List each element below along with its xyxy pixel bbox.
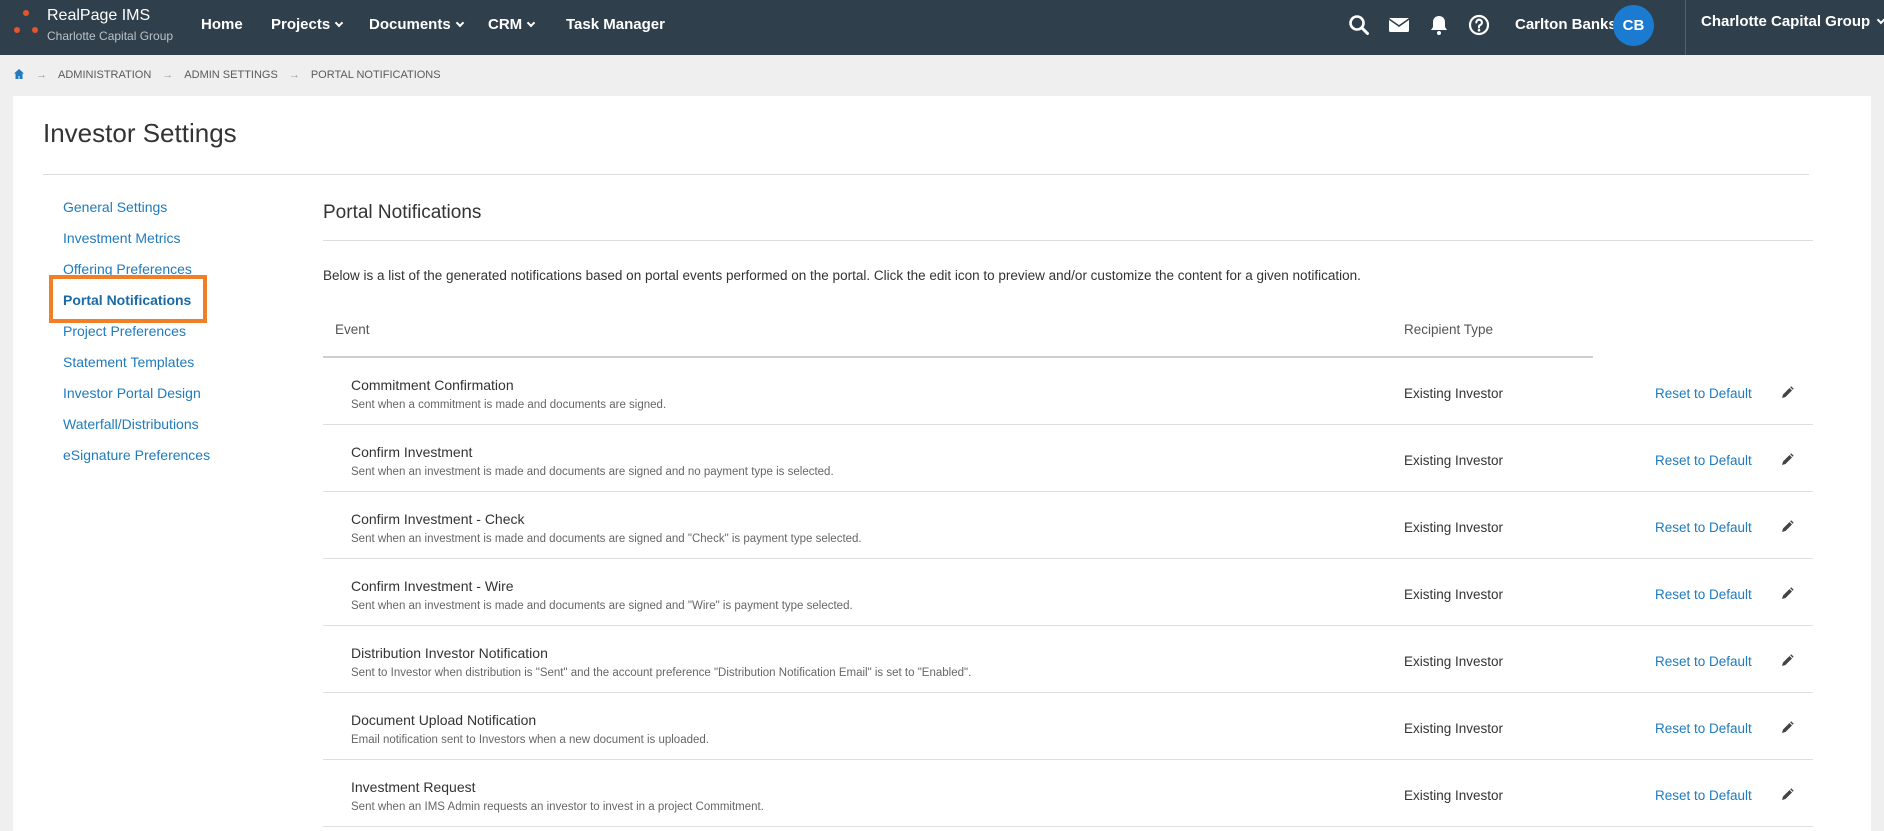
chevron-down-icon (455, 18, 464, 28)
notification-title: Confirm Investment (351, 444, 473, 460)
recipient-type: Existing Investor (1404, 654, 1504, 669)
avatar[interactable]: CB (1613, 5, 1654, 46)
nav-crm[interactable]: CRM (488, 16, 536, 33)
help-icon[interactable] (1467, 13, 1491, 37)
sidebar-item-general-settings[interactable]: General Settings (63, 199, 167, 215)
recipient-type: Existing Investor (1404, 520, 1504, 535)
table-row: Confirm Investment Sent when an investme… (323, 425, 1813, 492)
intro-text: Below is a list of the generated notific… (323, 268, 1361, 283)
brand-title[interactable]: RealPage IMS (47, 7, 150, 25)
breadcrumb: → ADMINISTRATION → ADMIN SETTINGS → PORT… (13, 68, 441, 82)
notification-title: Commitment Confirmation (351, 377, 514, 393)
notification-description: Sent when an investment is made and docu… (351, 466, 834, 478)
column-header-recipient-type[interactable]: Recipient Type (1404, 322, 1493, 337)
recipient-type: Existing Investor (1404, 386, 1504, 401)
title-divider (43, 174, 1809, 175)
recipient-type: Existing Investor (1404, 788, 1504, 803)
content-panel: Investor Settings General Settings Inves… (13, 96, 1871, 831)
edit-pencil-icon[interactable] (1779, 653, 1795, 669)
edit-pencil-icon[interactable] (1779, 452, 1795, 468)
reset-to-default-link[interactable]: Reset to Default (1655, 788, 1752, 803)
section-title: Portal Notifications (323, 202, 482, 223)
organization-selector[interactable]: Charlotte Capital Group (1701, 13, 1884, 30)
bell-icon[interactable] (1427, 13, 1451, 37)
edit-pencil-icon[interactable] (1779, 586, 1795, 602)
chevron-down-icon (1876, 15, 1884, 25)
reset-to-default-link[interactable]: Reset to Default (1655, 453, 1752, 468)
breadcrumb-current: PORTAL NOTIFICATIONS (310, 69, 441, 81)
top-navigation-bar: RealPage IMS Charlotte Capital Group Hom… (0, 0, 1884, 55)
section-divider (323, 240, 1813, 241)
reset-to-default-link[interactable]: Reset to Default (1655, 587, 1752, 602)
notification-title: Confirm Investment - Wire (351, 578, 514, 594)
notification-title: Distribution Investor Notification (351, 645, 548, 661)
notification-description: Sent to Investor when distribution is "S… (351, 667, 972, 679)
notification-title: Investment Request (351, 779, 476, 795)
recipient-type: Existing Investor (1404, 587, 1504, 602)
chevron-down-icon (526, 18, 536, 28)
table-row: Document Upload Notification Email notif… (323, 693, 1813, 760)
mail-icon[interactable] (1387, 13, 1411, 37)
reset-to-default-link[interactable]: Reset to Default (1655, 721, 1752, 736)
edit-pencil-icon[interactable] (1779, 720, 1795, 736)
breadcrumb-arrow-icon: → (36, 69, 47, 81)
search-icon[interactable] (1347, 13, 1371, 37)
sidebar-item-project-preferences[interactable]: Project Preferences (63, 323, 186, 339)
notification-description: Sent when an investment is made and docu… (351, 600, 853, 612)
realpage-logo-icon[interactable] (12, 8, 40, 38)
reset-to-default-link[interactable]: Reset to Default (1655, 520, 1752, 535)
notification-description: Email notification sent to Investors whe… (351, 734, 709, 746)
breadcrumb-arrow-icon: → (288, 69, 300, 81)
table-row: Confirm Investment - Check Sent when an … (323, 492, 1813, 559)
breadcrumb-arrow-icon: → (162, 69, 174, 81)
notification-title: Confirm Investment - Check (351, 511, 525, 527)
notification-description: Sent when an IMS Admin requests an inves… (351, 801, 764, 813)
breadcrumb-admin-settings[interactable]: ADMIN SETTINGS (184, 69, 278, 81)
page-title: Investor Settings (43, 118, 237, 148)
active-item-highlight (49, 275, 207, 323)
header-divider (1685, 0, 1686, 55)
home-icon[interactable] (13, 68, 25, 83)
recipient-type: Existing Investor (1404, 453, 1504, 468)
breadcrumb-administration[interactable]: ADMINISTRATION (58, 69, 151, 81)
sidebar-item-investment-metrics[interactable]: Investment Metrics (63, 230, 180, 246)
recipient-type: Existing Investor (1404, 721, 1504, 736)
chevron-down-icon (334, 18, 344, 28)
nav-task-manager[interactable]: Task Manager (566, 16, 665, 33)
reset-to-default-link[interactable]: Reset to Default (1655, 386, 1752, 401)
table-row: Commitment Confirmation Sent when a comm… (323, 358, 1813, 425)
notification-description: Sent when a commitment is made and docum… (351, 399, 667, 411)
sidebar-item-statement-templates[interactable]: Statement Templates (63, 354, 194, 370)
sidebar-item-esignature-preferences[interactable]: eSignature Preferences (63, 447, 210, 463)
notification-description: Sent when an investment is made and docu… (351, 533, 862, 545)
sidebar-item-waterfall-distributions[interactable]: Waterfall/Distributions (63, 416, 199, 432)
nav-home[interactable]: Home (201, 16, 243, 33)
nav-documents[interactable]: Documents (369, 16, 464, 33)
brand-subtitle: Charlotte Capital Group (47, 29, 174, 43)
nav-projects[interactable]: Projects (271, 16, 344, 33)
edit-pencil-icon[interactable] (1779, 787, 1795, 803)
reset-to-default-link[interactable]: Reset to Default (1655, 654, 1752, 669)
edit-pencil-icon[interactable] (1779, 385, 1795, 401)
user-name[interactable]: Carlton Banks (1515, 16, 1617, 33)
column-header-event[interactable]: Event (335, 322, 370, 337)
table-row: Confirm Investment - Wire Sent when an i… (323, 559, 1813, 626)
sidebar-item-investor-portal-design[interactable]: Investor Portal Design (63, 385, 201, 401)
edit-pencil-icon[interactable] (1779, 519, 1795, 535)
notification-title: Document Upload Notification (351, 712, 537, 728)
table-row: Distribution Investor Notification Sent … (323, 626, 1813, 693)
table-row: Investment Request Sent when an IMS Admi… (323, 760, 1813, 827)
